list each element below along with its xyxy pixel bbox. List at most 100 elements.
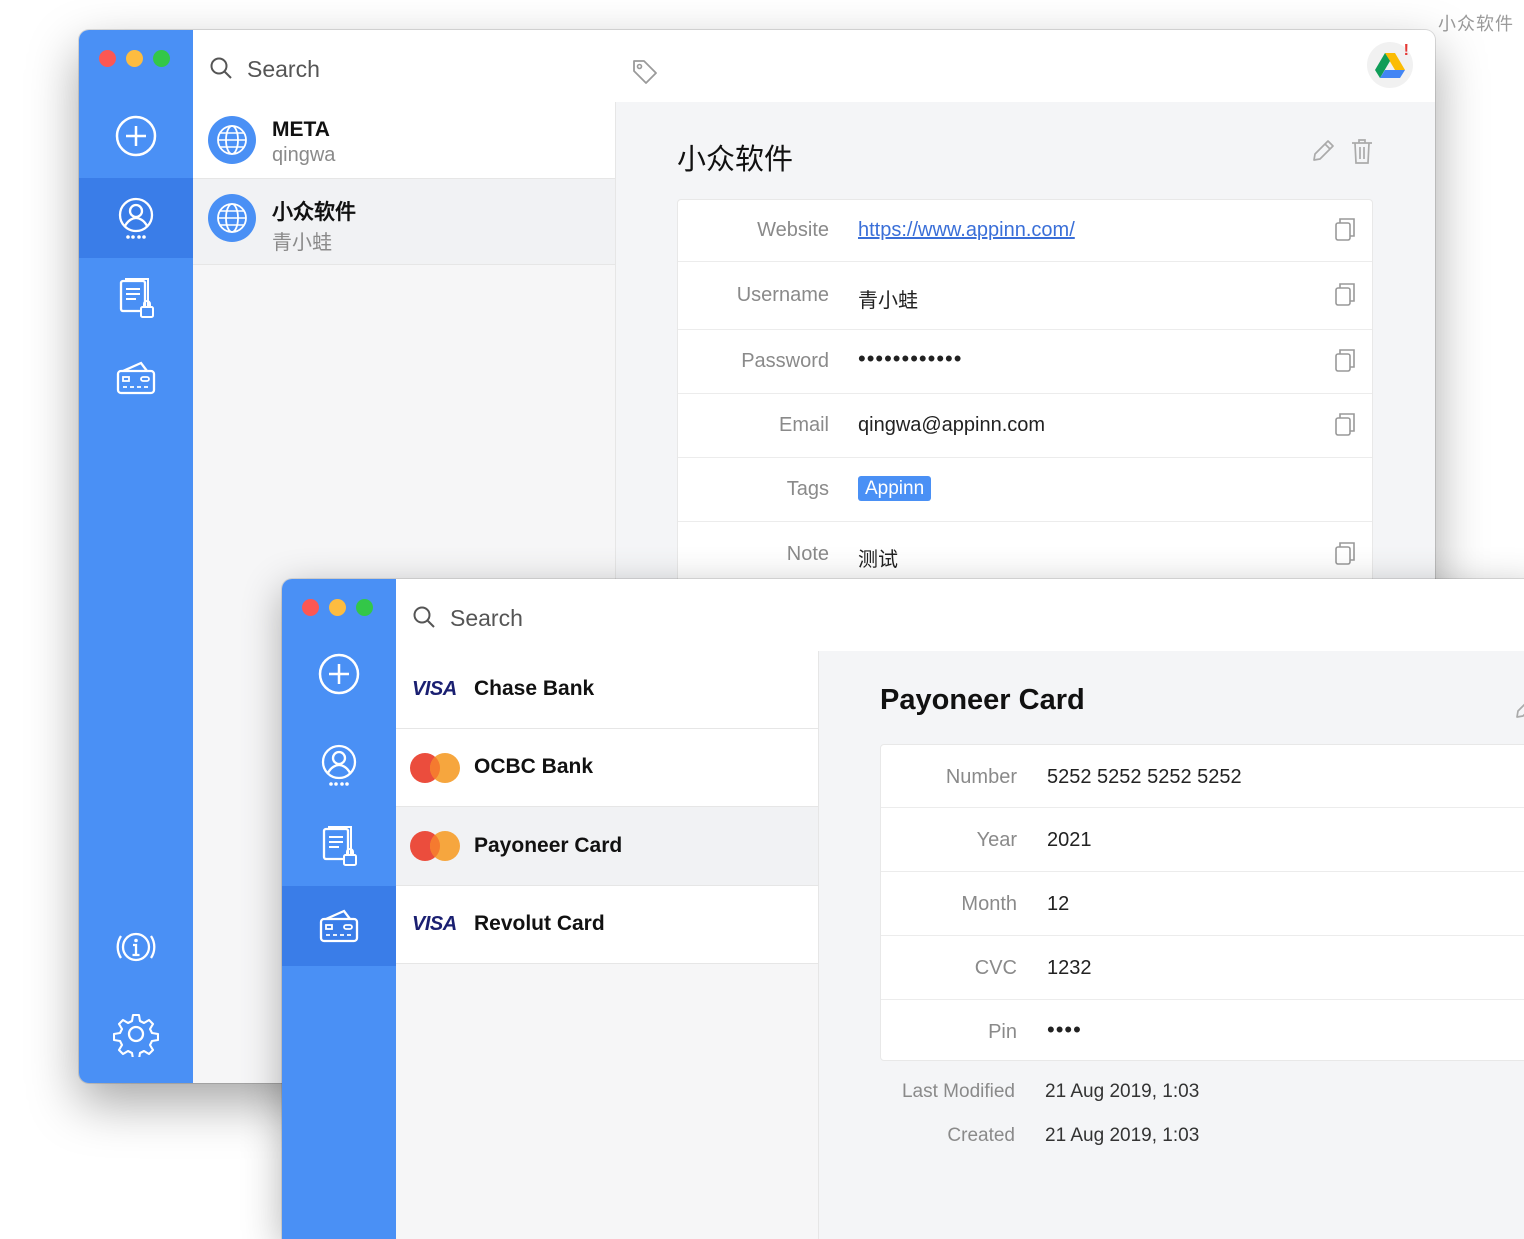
mastercard-icon: [410, 753, 460, 783]
sidebar-item-cards[interactable]: [79, 338, 193, 418]
list-item[interactable]: 小众软件 青小蛙: [193, 179, 615, 265]
visa-icon: VISA: [412, 678, 457, 700]
field-row-tags: Tags Appinn: [678, 458, 1372, 522]
search-icon: [413, 606, 435, 628]
trash-icon[interactable]: [1350, 137, 1374, 165]
add-button[interactable]: [79, 96, 193, 176]
toolbar: [396, 579, 1524, 652]
meta-label: Last Modified: [901, 1081, 1015, 1102]
field-row-number: Number 5252 5252 5252 5252: [881, 745, 1524, 808]
cards-window: VISA Chase Bank OCBC Bank Payoneer Card …: [282, 579, 1524, 1239]
field-row-username: Username 青小蛙: [678, 262, 1372, 330]
field-label: Pin: [988, 1021, 1017, 1043]
visa-icon: VISA: [412, 913, 457, 935]
field-row-password: Password ••••••••••••: [678, 330, 1372, 394]
list-item[interactable]: Payoneer Card: [396, 807, 818, 886]
login-details-card: Website https://www.appinn.com/ Username…: [677, 199, 1373, 621]
sidebar: [79, 30, 193, 1083]
pencil-icon[interactable]: [1513, 695, 1524, 721]
meta-label: Created: [947, 1125, 1015, 1146]
globe-icon: [208, 116, 256, 164]
email-value[interactable]: qingwa@appinn.com: [858, 414, 1045, 437]
item-title: OCBC Bank: [474, 755, 594, 778]
add-button[interactable]: [282, 634, 396, 714]
copy-icon[interactable]: [1334, 282, 1356, 306]
card-details-card: Number 5252 5252 5252 5252 Year 2021 Mon…: [880, 744, 1524, 1061]
list-empty-area: [396, 964, 818, 1239]
copy-icon[interactable]: [1334, 348, 1356, 372]
field-label: Website: [757, 219, 829, 241]
field-label: Username: [736, 284, 829, 306]
info-icon: [116, 932, 156, 962]
item-title: Revolut Card: [474, 912, 605, 935]
search-icon: [210, 57, 232, 79]
password-value[interactable]: ••••••••••••: [858, 346, 962, 372]
close-button[interactable]: [99, 50, 116, 67]
sidebar-item-logins[interactable]: [79, 178, 193, 258]
note-value[interactable]: 测试: [858, 543, 898, 572]
secure-note-icon: [322, 826, 357, 866]
username-value[interactable]: 青小蛙: [858, 284, 918, 313]
close-button[interactable]: [302, 599, 319, 616]
globe-icon: [208, 194, 256, 242]
field-label: Number: [945, 766, 1017, 788]
copy-icon[interactable]: [1334, 541, 1356, 565]
google-drive-icon: [1375, 53, 1405, 78]
item-title: Chase Bank: [474, 677, 595, 700]
field-row-note: Note 测试: [678, 522, 1372, 584]
minimize-button[interactable]: [126, 50, 143, 67]
month-value[interactable]: 12: [1047, 893, 1069, 916]
item-subtitle: qingwa: [272, 144, 336, 166]
pin-value[interactable]: ••••: [1047, 1017, 1082, 1043]
field-row-cvc: CVC 1232: [881, 936, 1524, 1000]
meta-value: 21 Aug 2019, 1:03: [1045, 1125, 1200, 1146]
tag-badge[interactable]: Appinn: [858, 476, 932, 501]
tag-icon[interactable]: [631, 58, 659, 86]
created-row: Created 21 Aug 2019, 1:03: [855, 1125, 1355, 1155]
website-link[interactable]: https://www.appinn.com/: [858, 219, 1075, 241]
field-row-month: Month 12: [881, 872, 1524, 936]
detail-title: 小众软件: [677, 142, 794, 176]
sidebar-item-cards[interactable]: [282, 886, 396, 966]
list-item[interactable]: VISA Chase Bank: [396, 651, 818, 729]
copy-icon[interactable]: [1334, 412, 1356, 436]
field-row-email: Email qingwa@appinn.com: [678, 394, 1372, 458]
card-list: VISA Chase Bank OCBC Bank Payoneer Card …: [396, 651, 819, 1239]
info-button[interactable]: [79, 907, 193, 987]
list-item[interactable]: META qingwa: [193, 102, 615, 179]
google-drive-sync-button[interactable]: !: [1367, 42, 1413, 88]
pencil-icon[interactable]: [1310, 138, 1336, 164]
user-login-icon: [321, 744, 357, 786]
field-row-website: Website https://www.appinn.com/: [678, 200, 1372, 262]
cvc-value[interactable]: 1232: [1047, 957, 1092, 980]
sync-alert-icon: !: [1403, 42, 1409, 59]
plus-circle-icon: [318, 653, 360, 695]
detail-pane: Payoneer Card Number 5252 5252 5252 5252…: [819, 651, 1524, 1239]
last-modified-row: Last Modified 21 Aug 2019, 1:03: [855, 1081, 1355, 1111]
gear-icon: [113, 1013, 159, 1057]
minimize-button[interactable]: [329, 599, 346, 616]
item-title: 小众软件: [272, 200, 356, 224]
user-login-icon: [118, 197, 154, 239]
meta-value: 21 Aug 2019, 1:03: [1045, 1081, 1200, 1102]
copy-icon[interactable]: [1334, 217, 1356, 241]
field-label: Email: [778, 414, 829, 436]
field-row-year: Year 2021: [881, 808, 1524, 872]
field-label: Tags: [786, 478, 829, 500]
settings-button[interactable]: [79, 994, 193, 1074]
year-value[interactable]: 2021: [1047, 829, 1092, 852]
search-input[interactable]: [245, 48, 609, 90]
watermark: 小众软件: [1438, 14, 1514, 35]
zoom-button[interactable]: [153, 50, 170, 67]
sidebar-item-notes[interactable]: [282, 806, 396, 886]
list-item[interactable]: OCBC Bank: [396, 729, 818, 807]
list-item[interactable]: VISA Revolut Card: [396, 886, 818, 964]
sidebar-item-notes[interactable]: [79, 258, 193, 338]
card-number-value[interactable]: 5252 5252 5252 5252: [1047, 766, 1242, 789]
zoom-button[interactable]: [356, 599, 373, 616]
window-controls: [302, 599, 373, 616]
sidebar-item-logins[interactable]: [282, 725, 396, 805]
secure-note-icon: [119, 278, 154, 318]
field-label: Year: [976, 829, 1017, 851]
search-input[interactable]: [448, 597, 812, 639]
